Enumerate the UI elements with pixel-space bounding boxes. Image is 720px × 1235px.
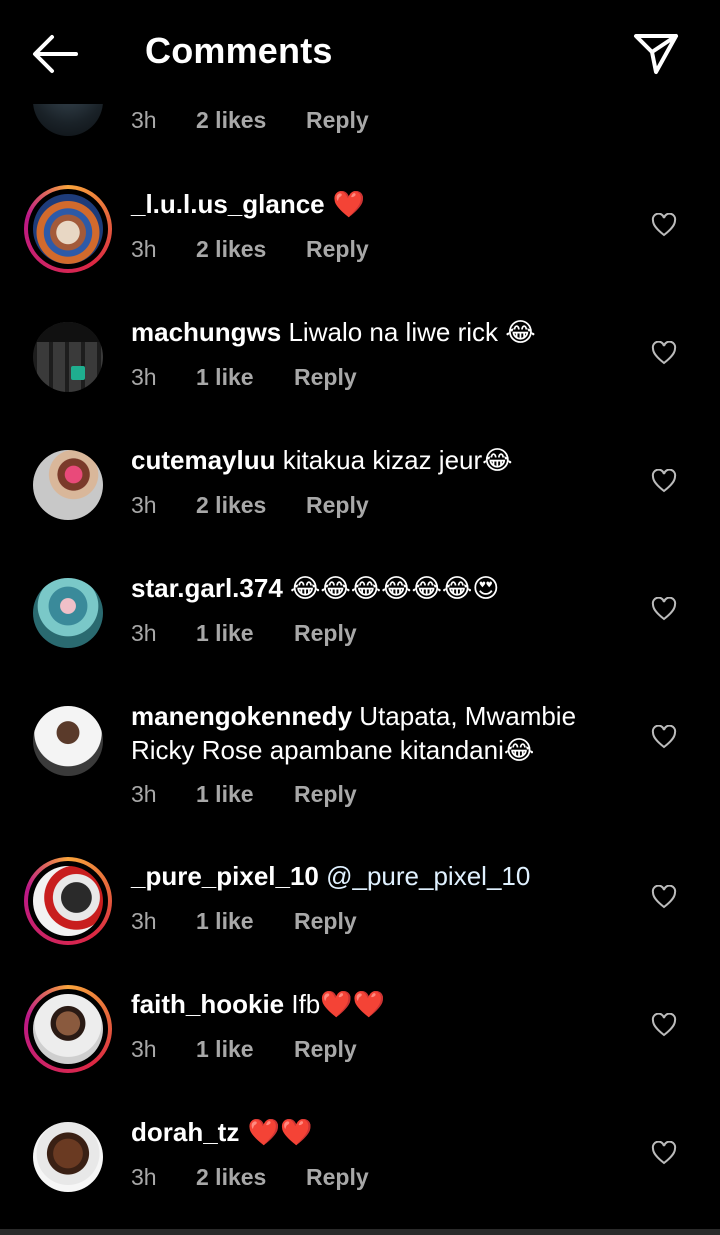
arrow-left-icon [33, 35, 78, 73]
comment-time: 3h [131, 236, 157, 262]
comment-body: machungws Liwalo na liwe rick 😂 [131, 315, 631, 349]
heart-icon[interactable] [651, 341, 677, 365]
username[interactable]: _pure_pixel_10 [131, 861, 319, 891]
avatar[interactable] [24, 985, 112, 1073]
like-count[interactable]: 2 likes [196, 492, 266, 519]
paper-plane-icon [634, 34, 678, 74]
username[interactable]: dorah_tz [131, 1117, 239, 1147]
reply-button[interactable]: Reply [294, 620, 357, 647]
avatar[interactable] [24, 1113, 112, 1201]
avatar[interactable] [24, 185, 112, 273]
avatar[interactable] [24, 697, 112, 785]
heart-icon[interactable] [651, 597, 677, 621]
username[interactable]: faith_hookie [131, 989, 284, 1019]
reply-button[interactable]: Reply [294, 908, 357, 935]
comment-text: 😂😂😂😂😂😂😍 [282, 573, 500, 603]
comment-body: star.garl.374 😂😂😂😂😂😂😍 [131, 571, 631, 605]
avatar[interactable] [24, 313, 112, 401]
heart-icon[interactable] [651, 725, 677, 749]
username[interactable]: machungws [131, 317, 281, 347]
username[interactable]: star.garl.374 [131, 573, 283, 603]
comment-time: 3h [131, 908, 157, 934]
username[interactable]: _l.u.l.us_glance [131, 189, 325, 219]
like-count[interactable]: 2 likes [196, 236, 266, 263]
reply-button[interactable]: Reply [294, 364, 357, 391]
mention-link[interactable]: @_pure_pixel_10 [319, 861, 530, 891]
comment-time: 3h [131, 107, 157, 133]
bottom-divider [0, 1229, 720, 1235]
comment-body: manengokennedy Utapata, Mwambie Ricky Ro… [131, 699, 611, 767]
like-count[interactable]: 2 likes [196, 1164, 266, 1191]
heart-icon[interactable] [651, 885, 677, 909]
reply-button[interactable]: Reply [306, 107, 369, 134]
comment-text: kitakua kizaz jeur😂 [275, 445, 513, 475]
like-count[interactable]: 1 like [196, 908, 254, 935]
comment-body: _l.u.l.us_glance ❤️ [131, 187, 631, 222]
username[interactable]: manengokennedy [131, 701, 352, 731]
reply-button[interactable]: Reply [294, 1036, 357, 1063]
reply-button[interactable]: Reply [306, 1164, 369, 1191]
comment-time: 3h [131, 781, 157, 807]
heart-icon[interactable] [651, 1141, 677, 1165]
reply-button[interactable]: Reply [306, 236, 369, 263]
heart-icon[interactable] [651, 469, 677, 493]
back-button[interactable] [30, 32, 80, 76]
comment-time: 3h [131, 364, 157, 390]
share-button[interactable] [632, 30, 680, 78]
comment-time: 3h [131, 492, 157, 518]
like-count[interactable]: 1 like [196, 620, 254, 647]
comment-body: dorah_tz ❤️❤️ [131, 1115, 631, 1150]
comment-body: faith_hookie Ifb❤️❤️ [131, 987, 631, 1021]
comment-time: 3h [131, 1036, 157, 1062]
comment-text: Liwalo na liwe rick 😂 [281, 317, 536, 347]
avatar[interactable] [24, 441, 112, 529]
heart-icon[interactable] [651, 213, 677, 237]
reply-button[interactable]: Reply [306, 492, 369, 519]
header: Comments [0, 0, 720, 104]
avatar[interactable] [24, 569, 112, 657]
comment-text: ❤️❤️ [239, 1118, 313, 1148]
comment-text: Ifb❤️❤️ [284, 989, 386, 1019]
username[interactable]: cutemayluu [131, 445, 276, 475]
comment-body: _pure_pixel_10 @_pure_pixel_10 [131, 859, 631, 893]
like-count[interactable]: 1 like [196, 1036, 254, 1063]
comment-time: 3h [131, 1164, 157, 1190]
like-count[interactable]: 1 like [196, 781, 254, 808]
heart-icon[interactable] [651, 1013, 677, 1037]
like-count[interactable]: 1 like [196, 364, 254, 391]
comment-time: 3h [131, 620, 157, 646]
avatar[interactable] [24, 857, 112, 945]
comment-text: ❤️ [324, 190, 366, 220]
reply-button[interactable]: Reply [294, 781, 357, 808]
comment-body: cutemayluu kitakua kizaz jeur😂 [131, 443, 631, 477]
page-title: Comments [145, 30, 333, 71]
like-count[interactable]: 2 likes [196, 107, 266, 134]
